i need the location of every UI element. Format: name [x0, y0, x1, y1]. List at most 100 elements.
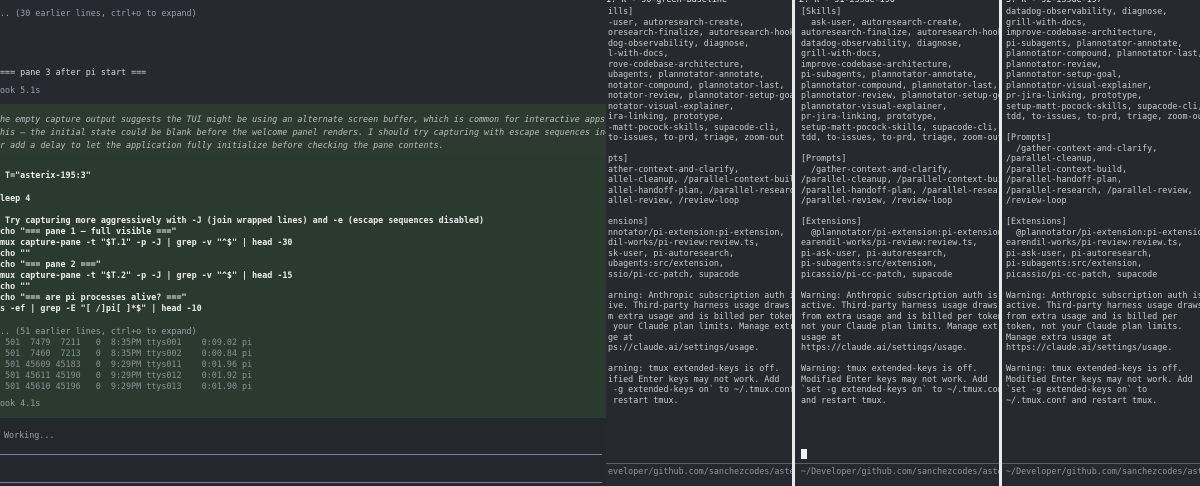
prompt-input[interactable] [0, 456, 602, 482]
output-line: pr-jira-linking, prototype, [801, 111, 938, 121]
output-line: pi-ask-user, pi-autoresearch, [1006, 247, 1153, 258]
output-line: earendil-works/pi-review:review.ts, [801, 237, 978, 247]
warning-line: Manage extra usage at [1006, 331, 1112, 342]
tmux-pane-3[interactable]: 3: π - s2-issue-197 datadog-observability… [1002, 0, 1200, 486]
working-status: Working... [4, 430, 55, 440]
output-line: plannotator-review, [1006, 58, 1102, 69]
tmux-pane-1[interactable]: 1: π - s0-green-baseline ills]-user, auto… [606, 0, 792, 486]
output-line: pi-subagents:src/extension, [1006, 258, 1143, 268]
output-line: /parallel-cleanup, /parallel-context-bui… [801, 174, 999, 184]
output-line: l-with-docs, [608, 48, 669, 58]
warning-line: Modified Enter keys may not work. Add [1006, 373, 1193, 384]
output-line: improve-codebase-architecture, [801, 58, 953, 69]
section-header: pts] [608, 153, 629, 163]
output-line: plannotator-review, plannotator-setup-go… [801, 90, 999, 100]
warning-line: ps://claude.ai/settings/usage. [608, 342, 760, 352]
duration-label: ook 5.1s [0, 85, 41, 95]
warning-line: arning: tmux extended-keys is off. [608, 363, 780, 373]
output-line: /parallel-handoff-plan, [1006, 174, 1122, 184]
pane-title: 1: π - s0-green-baseline [606, 0, 728, 4]
output-line: pi-subagents, plannotator-annotate, [1006, 37, 1183, 48]
tool-output-block: .. (30 earlier lines, ctrl+o to expand) … [0, 0, 606, 104]
warning-line: Warning: Anthropic subscription auth is [1006, 289, 1200, 300]
warning-line: usage at [801, 331, 842, 342]
thinking-line: r add a delay to let the application ful… [0, 140, 444, 150]
warning-line: active. Third-party harness usage draws [801, 300, 998, 310]
output-line: /gather-context-and-clarify, [801, 163, 953, 174]
output-line: plannotator-setup-goal, [1006, 69, 1122, 79]
output-line: -matt-pocock-skills, supacode-cli, [608, 121, 780, 132]
tmux-pane-2[interactable]: 2: π - s1-issue-196 [Skills] ask-user, au… [795, 0, 999, 486]
output-line: allel-cleanup, /parallel-context-build, [608, 174, 792, 184]
output-line: setup-matt-pocock-skills, supacode-cli, [801, 121, 998, 132]
command-line: cho "" [0, 248, 31, 258]
output-line: to-issues, to-prd, triage, zoom-out [608, 132, 785, 142]
command-line: s -ef | grep -E "[ /]pi[ ]*$" | head -10 [0, 303, 202, 313]
output-line: pi-subagents:src/extension, [801, 258, 938, 268]
warning-line: ive. Third-party harness usage draws [608, 300, 790, 310]
status-separator [795, 463, 999, 464]
warning-line: token, not your Claude plan limits. [1006, 321, 1183, 331]
agent-conversation-pane[interactable]: .. (30 earlier lines, ctrl+o to expand) … [0, 0, 606, 486]
output-line: ather-context-and-clarify, [608, 163, 740, 174]
status-separator [1002, 463, 1200, 464]
output-line: ssio/pi-cc-patch, supacode [608, 268, 740, 279]
output-line: -user, autoresearch-create, [608, 16, 745, 27]
output-line: /review-loop [1006, 195, 1067, 205]
command-line: mux capture-pane -t "$T.1" -p -J | grep … [0, 237, 293, 247]
input-bottom-rule [0, 482, 602, 483]
process-row: 501 7460 7213 0 8:35PM ttys002 0:00.84 p… [0, 348, 253, 358]
thinking-block: he empty capture output suggests the TUI… [0, 104, 606, 156]
output-line: grill-with-docs, [1006, 16, 1087, 27]
command-line: T="asterix-195:3" [0, 170, 91, 180]
section-header: ills] [608, 6, 634, 16]
output-line: /parallel-review, /review-loop [801, 195, 953, 205]
warning-line: `set -g extended-keys on` to [1006, 384, 1148, 394]
warning-line: Warning: Anthropic subscription auth is [801, 289, 998, 300]
output-line: plannotator-compound, plannotator-last, [801, 79, 998, 90]
output-line: plannotator-visual-explainer, [1006, 79, 1153, 90]
section-header: [Prompts] [1006, 132, 1052, 142]
warning-line: m extra usage and is billed per token, [608, 310, 792, 321]
output-line: earendil-works/pi-review:review.ts, [1006, 237, 1183, 247]
output-line: autoresearch-finalize, autoresearch-hook… [801, 27, 999, 37]
warning-line: -g extended-keys on` to ~/.tmux.conf [608, 384, 792, 394]
pane-status-path: eveloper/github.com/sanchezcodes/aste... [608, 466, 792, 476]
output-line: === pane 3 after pi start === [0, 67, 147, 77]
warning-line: from extra usage and is billed per token… [801, 310, 999, 321]
command-line: leep 4 [0, 193, 31, 203]
output-line: plannotator-compound, plannotator-last, [1006, 48, 1200, 58]
output-line: ubagents:src/extension, [608, 258, 724, 268]
warning-line: restart tmux. [608, 394, 679, 405]
output-line: pi-ask-user, pi-autoresearch, [801, 247, 948, 258]
output-line: datadog-observability, diagnose, [801, 37, 963, 48]
output-line: dog-observability, diagnose, [608, 37, 750, 48]
warning-line: ified Enter keys may not work. Add [608, 373, 780, 384]
warning-line: `set -g extended-keys on` to ~/.tmux.con… [801, 384, 999, 394]
warning-line: Modified Enter keys may not work. Add [801, 373, 988, 384]
output-line: setup-matt-pocock-skills, supacode-cli, [1006, 100, 1200, 111]
command-line: cho "=== pane 2 ===" [0, 259, 101, 269]
output-line: dil-works/pi-review:review.ts, [608, 237, 760, 247]
warning-line: your Claude plan limits. Manage extra [608, 321, 792, 331]
output-line: notator-compound, plannotator-last, [608, 79, 785, 90]
warning-line: https://claude.ai/settings/usage. [1006, 342, 1173, 352]
pane-status-path: ~/Developer/github.com/sanchezcodes/aste… [801, 466, 999, 476]
output-line: datadog-observability, diagnose, [1006, 6, 1168, 16]
warning-line: arning: Anthropic subscription auth is [608, 289, 792, 300]
process-row: 501 45610 45196 0 9:29PM ttys013 0:01.90… [0, 381, 253, 391]
output-line: ubagents, plannotator-annotate, [608, 69, 765, 79]
duration-label: ook 4.1s [0, 398, 41, 408]
command-line: cho "=== are pi processes alive? ===" [0, 292, 187, 302]
output-line: picassio/pi-cc-patch, supacode [801, 268, 953, 279]
section-header: [Extensions] [1006, 216, 1067, 226]
output-line: /parallel-cleanup, [1006, 153, 1097, 163]
expand-hint[interactable]: .. (51 earlier lines, ctrl+o to expand) [0, 326, 197, 337]
output-line: /parallel-handoff-plan, /parallel-resear… [801, 184, 999, 195]
process-row: 501 45609 45183 0 9:29PM ttys011 0:01.96… [0, 359, 253, 369]
expand-hint[interactable]: .. (30 earlier lines, ctrl+o to expand) [0, 8, 197, 19]
output-line: oresearch-finalize, autoresearch-hooks, [608, 27, 792, 37]
warning-line: ~/.tmux.conf and restart tmux. [1006, 394, 1158, 405]
thinking-line: he empty capture output suggests the TUI… [0, 114, 606, 124]
output-line: tdd, to-issues, to-prd, triage, zoom-out [1006, 111, 1200, 121]
